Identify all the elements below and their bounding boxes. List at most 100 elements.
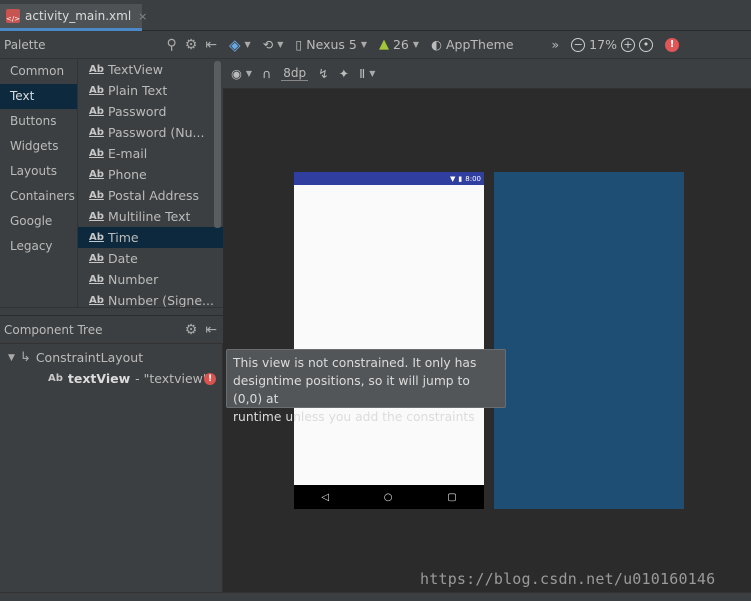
editor-tab-activity-main[interactable]: </> activity_main.xml × bbox=[0, 4, 147, 31]
tree-node-textview[interactable]: Ab textView - "textview" bbox=[48, 371, 209, 386]
text-widget-icon: Ab bbox=[89, 190, 104, 201]
phone-nav-bar: ◁ ○ ▢ bbox=[294, 485, 484, 509]
overflow-button[interactable]: » bbox=[552, 37, 560, 52]
tree-node-id: - "textview" bbox=[135, 371, 209, 386]
wifi-icon: ▼ bbox=[450, 174, 456, 183]
category-layouts[interactable]: Layouts bbox=[0, 159, 77, 184]
palette-scrollbar[interactable] bbox=[214, 61, 221, 228]
gear-icon[interactable]: ⚙ bbox=[185, 322, 198, 338]
tree-node-constraintlayout[interactable]: ▼ ↳ ConstraintLayout bbox=[8, 350, 143, 365]
view-options-dropdown[interactable]: ◉ ▼ bbox=[231, 66, 252, 81]
back-icon: ◁ bbox=[321, 491, 330, 503]
phone-icon: ▯ bbox=[295, 37, 303, 52]
tree-node-label: ConstraintLayout bbox=[35, 350, 144, 365]
zoom-fit-icon[interactable]: • bbox=[638, 37, 653, 52]
theme-icon: ◐ bbox=[431, 37, 442, 52]
theme-selector[interactable]: ◐ AppTheme bbox=[431, 37, 513, 52]
layout-toolbar: ◉ ▼ ∩ 8dp ↯ ✦ Ⅱ ▼ bbox=[223, 59, 751, 89]
hide-panel-icon[interactable]: ⇤ bbox=[205, 322, 217, 338]
device-label: Nexus 5 bbox=[306, 37, 357, 52]
zoom-out-icon[interactable]: − bbox=[571, 37, 586, 52]
widget-number-signed[interactable]: Ab Number (Signe... bbox=[78, 290, 223, 307]
category-buttons[interactable]: Buttons bbox=[0, 109, 77, 134]
widget-plain-text[interactable]: Ab Plain Text bbox=[78, 80, 223, 101]
design-preview[interactable] bbox=[294, 172, 484, 509]
category-text[interactable]: Text bbox=[0, 84, 77, 109]
design-toolbar: ◈ ▼ ⟲ ▼ ▯ Nexus 5 ▼ ▲ 26 ▼ ◐ AppTheme » − 17% +… bbox=[223, 31, 751, 59]
magic-wand-icon: ✦ bbox=[338, 66, 350, 81]
default-margin-dropdown[interactable]: 8dp bbox=[281, 66, 309, 81]
phone-status-bar: ▼ ▮ 8:00 bbox=[294, 172, 484, 185]
android-icon: ▲ bbox=[378, 37, 389, 52]
chevron-down-icon: ▼ bbox=[360, 40, 367, 49]
panel-splitter[interactable] bbox=[0, 307, 223, 315]
device-dropdown[interactable]: ▯ Nexus 5 ▼ bbox=[295, 37, 367, 52]
guidelines-dropdown[interactable]: Ⅱ ▼ bbox=[359, 66, 375, 81]
widget-label: Password (Nu... bbox=[108, 125, 205, 140]
guideline-icon: Ⅱ bbox=[359, 66, 366, 81]
infer-constraints-button[interactable]: ✦ bbox=[339, 66, 349, 81]
text-widget-icon: Ab bbox=[89, 232, 104, 243]
error-icon[interactable]: ! bbox=[664, 37, 679, 52]
category-google[interactable]: Google bbox=[0, 209, 77, 234]
widget-number[interactable]: Ab Number bbox=[78, 269, 223, 290]
widget-label: Plain Text bbox=[108, 83, 168, 98]
text-widget-icon: Ab bbox=[89, 127, 104, 138]
palette-categories: Common Text Buttons Widgets Layouts Cont… bbox=[0, 59, 78, 307]
error-icon[interactable]: ! bbox=[204, 373, 216, 385]
gear-icon[interactable]: ⚙ bbox=[185, 37, 198, 53]
bottom-status-bar bbox=[0, 592, 751, 601]
close-icon[interactable]: × bbox=[138, 10, 147, 23]
widget-label: Password bbox=[108, 104, 167, 119]
widget-label: Number bbox=[108, 272, 159, 287]
design-surface-dropdown[interactable]: ◈ ▼ bbox=[229, 36, 251, 54]
blueprint-preview[interactable] bbox=[494, 172, 684, 509]
zoom-in-icon[interactable]: + bbox=[620, 37, 635, 52]
widget-password[interactable]: Ab Password bbox=[78, 101, 223, 122]
hide-panel-icon[interactable]: ⇤ bbox=[205, 37, 217, 53]
text-widget-icon: Ab bbox=[89, 295, 104, 306]
category-common[interactable]: Common bbox=[0, 59, 77, 84]
text-widget-icon: Ab bbox=[89, 106, 104, 117]
widget-postal-address[interactable]: Ab Postal Address bbox=[78, 185, 223, 206]
text-widget-icon: Ab bbox=[89, 85, 104, 96]
search-icon[interactable]: ⚲ bbox=[166, 37, 176, 53]
orientation-dropdown[interactable]: ⟲ ▼ bbox=[263, 37, 284, 52]
magnet-icon: ∩ bbox=[262, 66, 272, 81]
widget-time[interactable]: Ab Time bbox=[78, 227, 223, 248]
component-tree-header: Component Tree ⚙ ⇤ bbox=[0, 316, 223, 344]
text-widget-icon: Ab bbox=[89, 253, 104, 264]
text-widget-icon: Ab bbox=[89, 64, 104, 75]
margin-value: 8dp bbox=[281, 66, 309, 81]
theme-label: AppTheme bbox=[445, 37, 514, 52]
autoconnect-toggle[interactable]: ∩ bbox=[262, 66, 271, 81]
widget-phone[interactable]: Ab Phone bbox=[78, 164, 223, 185]
palette-title: Palette bbox=[4, 37, 46, 52]
text-widget-icon: Ab bbox=[89, 211, 104, 222]
widget-date[interactable]: Ab Date bbox=[78, 248, 223, 269]
widget-label: Time bbox=[108, 230, 139, 245]
widget-multiline-text[interactable]: Ab Multiline Text bbox=[78, 206, 223, 227]
clear-constraints-button[interactable]: ↯ bbox=[318, 66, 328, 81]
component-tree: ▼ ↳ ConstraintLayout Ab textView - "text… bbox=[0, 344, 223, 601]
component-tree-title: Component Tree bbox=[4, 322, 103, 337]
recents-icon: ▢ bbox=[447, 491, 457, 503]
text-widget-icon: Ab bbox=[89, 274, 104, 285]
rotate-icon: ⟲ bbox=[262, 37, 274, 52]
widget-textview[interactable]: Ab TextView bbox=[78, 59, 223, 80]
category-containers[interactable]: Containers bbox=[0, 184, 77, 209]
widget-email[interactable]: Ab E-mail bbox=[78, 143, 223, 164]
widget-label: Multiline Text bbox=[108, 209, 191, 224]
category-legacy[interactable]: Legacy bbox=[0, 234, 77, 259]
layers-icon: ◈ bbox=[229, 35, 241, 54]
api-dropdown[interactable]: ▲ 26 ▼ bbox=[379, 37, 419, 52]
overflow-icon: » bbox=[551, 37, 560, 52]
widget-password-numeric[interactable]: Ab Password (Nu... bbox=[78, 122, 223, 143]
text-widget-icon: Ab bbox=[89, 148, 104, 159]
palette-widget-list: Ab TextView Ab Plain Text Ab Password Ab Pas… bbox=[78, 59, 223, 307]
constraint-warning-tooltip: This view is not constrained. It only ha… bbox=[226, 349, 506, 424]
category-widgets[interactable]: Widgets bbox=[0, 134, 77, 159]
text-widget-icon: Ab bbox=[48, 373, 63, 384]
chevron-down-icon[interactable]: ▼ bbox=[8, 353, 15, 363]
zoom-controls: − 17% + • bbox=[571, 37, 653, 52]
